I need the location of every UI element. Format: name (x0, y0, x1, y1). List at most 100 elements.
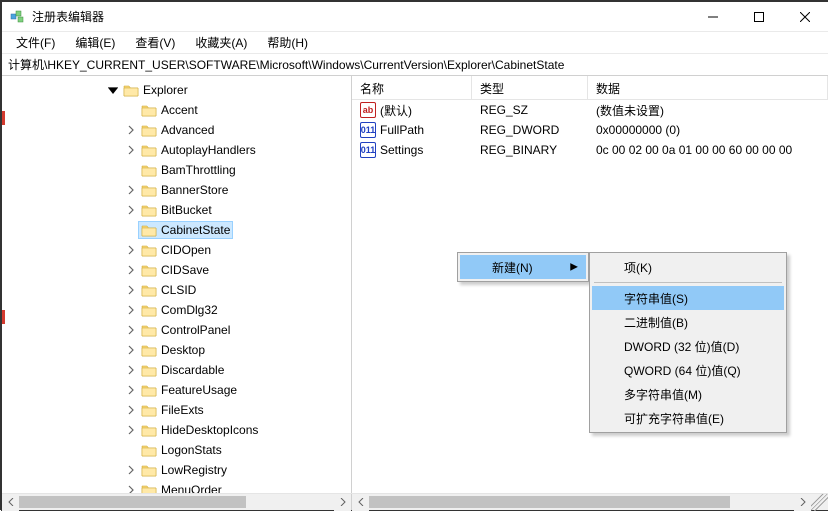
folder-icon (141, 423, 157, 437)
scrollbar-thumb[interactable] (19, 496, 246, 508)
tree-item[interactable]: HideDesktopIcons (2, 420, 351, 440)
tree-item[interactable]: FeatureUsage (2, 380, 351, 400)
value-type: REG_SZ (480, 103, 528, 117)
value-row[interactable]: ab(默认)REG_SZ(数值未设置) (352, 100, 828, 120)
regedit-app-icon (10, 9, 26, 25)
chevron-right-icon[interactable] (124, 403, 138, 417)
context-menu-item[interactable]: 二进制值(B) (592, 310, 784, 334)
context-menu-item-label: QWORD (64 位)值(Q) (624, 362, 741, 379)
tree-item[interactable]: CIDSave (2, 260, 351, 280)
scroll-left-button[interactable] (352, 494, 369, 511)
chevron-right-icon[interactable] (124, 143, 138, 157)
chevron-right-icon[interactable] (124, 483, 138, 493)
tree-pane: ExplorerAccentAdvancedAutoplayHandlers Ba… (2, 76, 352, 493)
folder-icon (141, 283, 157, 297)
tree-item[interactable]: ComDlg32 (2, 300, 351, 320)
column-header-data[interactable]: 数据 (588, 76, 828, 99)
chevron-right-icon[interactable] (124, 223, 138, 237)
values-list[interactable]: ab(默认)REG_SZ(数值未设置)011FullPathREG_DWORD0… (352, 100, 828, 160)
context-menu-item[interactable]: 字符串值(S) (592, 286, 784, 310)
scroll-right-button[interactable] (794, 494, 811, 511)
chevron-right-icon[interactable] (124, 363, 138, 377)
tree-item[interactable]: ControlPanel (2, 320, 351, 340)
tree-item[interactable]: Discardable (2, 360, 351, 380)
scrollbar-track[interactable] (369, 494, 794, 510)
address-bar[interactable]: 计算机\HKEY_CURRENT_USER\SOFTWARE\Microsoft… (2, 54, 828, 76)
chevron-right-icon[interactable] (124, 343, 138, 357)
chevron-down-icon[interactable] (106, 83, 120, 97)
tree-item[interactable]: BannerStore (2, 180, 351, 200)
values-column-header: 名称 类型 数据 (352, 76, 828, 100)
folder-icon (141, 103, 157, 117)
scrollbar-track[interactable] (19, 494, 334, 510)
context-menu-item[interactable]: 多字符串值(M) (592, 382, 784, 406)
minimize-button[interactable] (690, 2, 736, 31)
close-button[interactable] (782, 2, 828, 31)
tree-item[interactable]: LowRegistry (2, 460, 351, 480)
menu-file[interactable]: 文件(F) (6, 32, 65, 53)
tree-item-label: Desktop (161, 343, 205, 357)
column-header-name[interactable]: 名称 (352, 76, 472, 99)
folder-icon (141, 443, 157, 457)
context-menu-item[interactable]: DWORD (32 位)值(D) (592, 334, 784, 358)
chevron-right-icon[interactable] (124, 123, 138, 137)
context-menu-item-label: 可扩充字符串值(E) (624, 410, 724, 427)
context-menu-item-new[interactable]: 新建(N) ▶ (460, 255, 586, 279)
chevron-right-icon[interactable] (124, 283, 138, 297)
menu-edit[interactable]: 编辑(E) (65, 32, 125, 53)
chevron-right-icon[interactable] (124, 203, 138, 217)
context-menu-item[interactable]: 可扩充字符串值(E) (592, 406, 784, 430)
scrollbar-thumb[interactable] (369, 496, 730, 508)
chevron-right-icon[interactable] (124, 323, 138, 337)
chevron-right-icon[interactable] (124, 263, 138, 277)
scroll-right-button[interactable] (334, 494, 351, 511)
tree-item-label: CIDOpen (161, 243, 211, 257)
chevron-right-icon[interactable] (124, 103, 138, 117)
chevron-right-icon[interactable] (124, 243, 138, 257)
context-menu-item[interactable]: QWORD (64 位)值(Q) (592, 358, 784, 382)
tree-item[interactable]: FileExts (2, 400, 351, 420)
chevron-right-icon[interactable] (124, 183, 138, 197)
chevron-right-icon[interactable] (124, 163, 138, 177)
menu-view[interactable]: 查看(V) (125, 32, 185, 53)
address-text: 计算机\HKEY_CURRENT_USER\SOFTWARE\Microsoft… (8, 56, 564, 73)
tree-item[interactable]: Advanced (2, 120, 351, 140)
tree-item[interactable]: BamThrottling (2, 160, 351, 180)
tree-item[interactable]: Desktop (2, 340, 351, 360)
tree-item[interactable]: MenuOrder (2, 480, 351, 493)
context-menu-item[interactable]: 项(K) (592, 255, 784, 279)
tree-item-label: BamThrottling (161, 163, 236, 177)
tree-item[interactable]: CIDOpen (2, 240, 351, 260)
maximize-button[interactable] (736, 2, 782, 31)
chevron-right-icon[interactable] (124, 383, 138, 397)
context-menu-item-label: 新建(N) (492, 259, 533, 276)
tree-item[interactable]: BitBucket (2, 200, 351, 220)
value-row[interactable]: 011SettingsREG_BINARY0c 00 02 00 0a 01 0… (352, 140, 828, 160)
tree-item[interactable]: Accent (2, 100, 351, 120)
menu-separator (594, 282, 782, 283)
tree-item-explorer[interactable]: Explorer (2, 80, 351, 100)
tree-hscrollbar[interactable] (2, 494, 352, 510)
folder-icon (141, 483, 157, 493)
resize-grip[interactable] (811, 494, 828, 511)
tree-item[interactable]: LogonStats (2, 440, 351, 460)
tree-item[interactable]: CLSID (2, 280, 351, 300)
chevron-right-icon[interactable] (124, 443, 138, 457)
values-hscrollbar[interactable] (352, 494, 828, 510)
tree-item[interactable]: AutoplayHandlers (2, 140, 351, 160)
scroll-left-button[interactable] (2, 494, 19, 511)
tree-item-label: Discardable (161, 363, 224, 377)
menu-help[interactable]: 帮助(H) (257, 32, 318, 53)
chevron-right-icon[interactable] (124, 303, 138, 317)
tree-item-label: CabinetState (161, 223, 230, 237)
value-data: 0c 00 02 00 0a 01 00 00 60 00 00 00 (596, 143, 792, 157)
menu-favorites[interactable]: 收藏夹(A) (185, 32, 257, 53)
column-header-type[interactable]: 类型 (472, 76, 588, 99)
value-row[interactable]: 011FullPathREG_DWORD0x00000000 (0) (352, 120, 828, 140)
folder-icon (141, 183, 157, 197)
context-menu-item-label: 字符串值(S) (624, 290, 688, 307)
chevron-right-icon[interactable] (124, 423, 138, 437)
tree-item[interactable]: CabinetState (2, 220, 351, 240)
registry-tree[interactable]: ExplorerAccentAdvancedAutoplayHandlers Ba… (2, 76, 351, 493)
chevron-right-icon[interactable] (124, 463, 138, 477)
